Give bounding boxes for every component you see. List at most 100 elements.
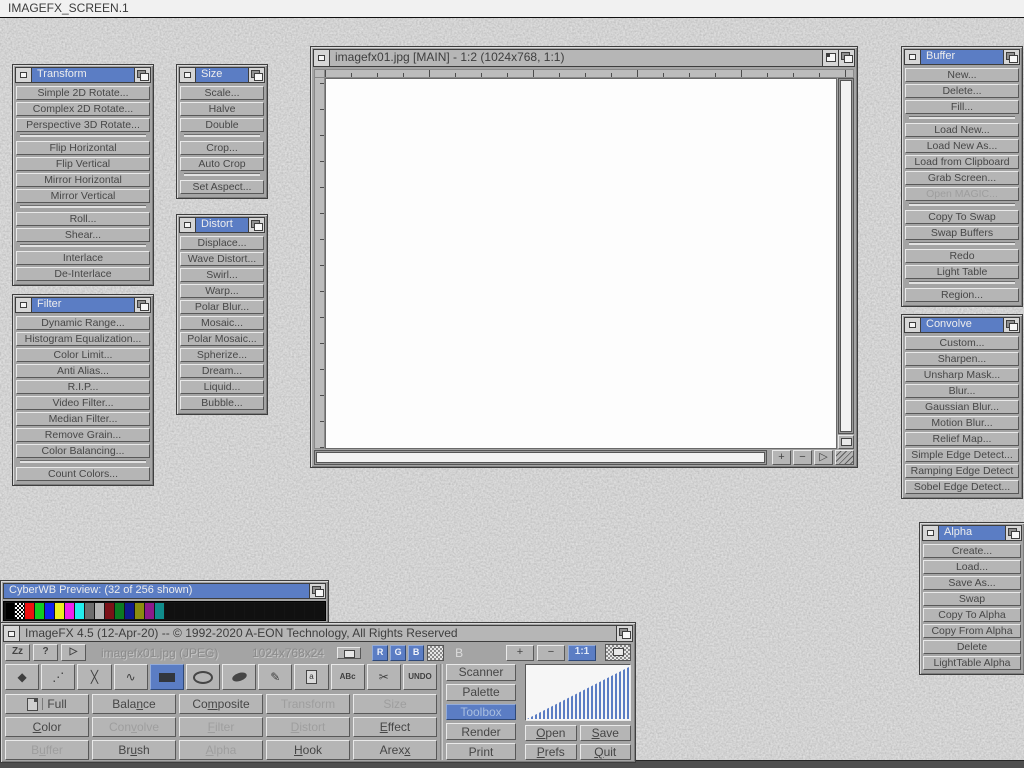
open-button[interactable]: Open (525, 725, 577, 741)
copy-from-alpha-button[interactable]: Copy From Alpha (923, 624, 1021, 638)
dynamic-range-button[interactable]: Dynamic Range... (16, 316, 150, 330)
color-swatch[interactable] (35, 603, 44, 619)
image-canvas[interactable] (325, 78, 837, 449)
main-window-titlebar[interactable]: ImageFX 4.5 (12-Apr-20) -- © 1992-2020 A… (3, 625, 633, 642)
screen-titlebar[interactable]: IMAGEFX_SCREEN.1 (0, 0, 1024, 18)
color-swatch[interactable] (6, 603, 15, 619)
save-as-button[interactable]: Save As... (923, 576, 1021, 590)
polygon-tool[interactable]: ✎ (258, 664, 292, 690)
custom-button[interactable]: Custom... (905, 336, 1019, 350)
load-new-as-button[interactable]: Load New As... (905, 139, 1019, 153)
panel-titlebar[interactable]: Size (179, 67, 265, 83)
palette-window-titlebar[interactable]: CyberWB Preview: (32 of 256 shown) (3, 583, 326, 599)
color-swatch[interactable] (15, 603, 24, 619)
panel-titlebar[interactable]: Convolve (904, 317, 1020, 333)
color-swatch[interactable] (175, 603, 184, 619)
close-icon[interactable] (314, 50, 330, 66)
sleep-button[interactable]: Zz (5, 644, 30, 661)
channel-g-button[interactable]: G (390, 645, 406, 661)
color-swatch[interactable] (65, 603, 74, 619)
composite-button[interactable]: Composite (179, 694, 263, 714)
zoom-gadget-icon[interactable] (822, 50, 838, 66)
sharpen-button[interactable]: Sharpen... (905, 352, 1019, 366)
color-swatch[interactable] (155, 603, 164, 619)
balance-button[interactable]: Balance (92, 694, 176, 714)
channel-r-button[interactable]: R (372, 645, 388, 661)
panel-titlebar[interactable]: Buffer (904, 49, 1020, 65)
mirror-vertical-button[interactable]: Mirror Vertical (16, 189, 150, 203)
color-swatch[interactable] (55, 603, 64, 619)
video-filter-button[interactable]: Video Filter... (16, 396, 150, 410)
color-swatch[interactable] (125, 603, 134, 619)
depth-gadget-icon[interactable] (838, 50, 854, 66)
save-button[interactable]: Save (580, 725, 632, 741)
swap-button[interactable]: Swap (923, 592, 1021, 606)
color-swatch[interactable] (95, 603, 104, 619)
help-button[interactable]: ? (33, 644, 58, 661)
color-balancing-button[interactable]: Color Balancing... (16, 444, 150, 458)
r-i-p-button[interactable]: R.I.P... (16, 380, 150, 394)
palette-button[interactable]: Palette (446, 684, 516, 701)
color-swatch[interactable] (115, 603, 124, 619)
alpha-channel-button[interactable] (427, 645, 444, 661)
effect-button[interactable]: Effect (353, 717, 437, 737)
histogram-equalization-button[interactable]: Histogram Equalization... (16, 332, 150, 346)
display-mode-button[interactable] (337, 647, 361, 659)
shear-button[interactable]: Shear... (16, 228, 150, 242)
close-icon[interactable] (905, 318, 921, 332)
color-swatch[interactable] (145, 603, 154, 619)
zoom-out-button[interactable]: − (793, 450, 812, 465)
interlace-button[interactable]: Interlace (16, 251, 150, 265)
depth-gadget-icon[interactable] (134, 68, 150, 82)
warp-button[interactable]: Warp... (180, 284, 264, 298)
depth-gadget-icon[interactable] (134, 298, 150, 312)
panel-titlebar[interactable]: Alpha (922, 525, 1022, 541)
panel-titlebar[interactable]: Distort (179, 217, 265, 233)
lighttable-alpha-button[interactable]: LightTable Alpha (923, 656, 1021, 670)
grab-screen-button[interactable]: Grab Screen... (905, 171, 1019, 185)
mirror-horizontal-button[interactable]: Mirror Horizontal (16, 173, 150, 187)
depth-gadget-icon[interactable] (1003, 318, 1019, 332)
zoom-in-button[interactable]: + (506, 645, 534, 661)
color-swatch[interactable] (245, 603, 254, 619)
quit-button[interactable]: Quit (580, 744, 632, 760)
clipboard-tool[interactable]: a (294, 664, 328, 690)
median-filter-button[interactable]: Median Filter... (16, 412, 150, 426)
crop-tool[interactable]: ✂ (367, 664, 401, 690)
box-tool[interactable] (150, 664, 184, 690)
color-swatch[interactable] (165, 603, 174, 619)
new-button[interactable]: New... (905, 68, 1019, 82)
simple-edge-detect-button[interactable]: Simple Edge Detect... (905, 448, 1019, 462)
depth-gadget-icon[interactable] (248, 68, 264, 82)
wave-distort-button[interactable]: Wave Distort... (180, 252, 264, 266)
depth-gadget-icon[interactable] (309, 584, 325, 598)
dream-button[interactable]: Dream... (180, 364, 264, 378)
color-swatch[interactable] (205, 603, 214, 619)
screen-toggle-button[interactable] (838, 435, 854, 449)
swap-buffers-button[interactable]: Swap Buffers (905, 226, 1019, 240)
close-icon[interactable] (16, 68, 32, 82)
render-button[interactable]: Render (446, 723, 516, 740)
full-button[interactable]: Full (5, 694, 89, 714)
color-swatch[interactable] (75, 603, 84, 619)
close-icon[interactable] (180, 68, 196, 82)
color-swatch[interactable] (255, 603, 264, 619)
run-button[interactable]: ▷ (61, 644, 86, 661)
load-button[interactable]: Load... (923, 560, 1021, 574)
ellipse-tool[interactable] (186, 664, 220, 690)
scanner-button[interactable]: Scanner (446, 664, 516, 681)
fill-button[interactable]: Fill... (905, 100, 1019, 114)
simple-2d-rotate-button[interactable]: Simple 2D Rotate... (16, 86, 150, 100)
color-swatch[interactable] (215, 603, 224, 619)
complex-2d-rotate-button[interactable]: Complex 2D Rotate... (16, 102, 150, 116)
color-limit-button[interactable]: Color Limit... (16, 348, 150, 362)
screen-grab-button[interactable] (605, 644, 631, 661)
channel-b-button[interactable]: B (408, 645, 424, 661)
relief-map-button[interactable]: Relief Map... (905, 432, 1019, 446)
pan-button[interactable]: ▷ (814, 450, 833, 465)
panel-titlebar[interactable]: Filter (15, 297, 151, 313)
color-swatch[interactable] (45, 603, 54, 619)
mosaic-button[interactable]: Mosaic... (180, 316, 264, 330)
scale-button[interactable]: Scale... (180, 86, 264, 100)
region-button[interactable]: Region... (905, 288, 1019, 302)
